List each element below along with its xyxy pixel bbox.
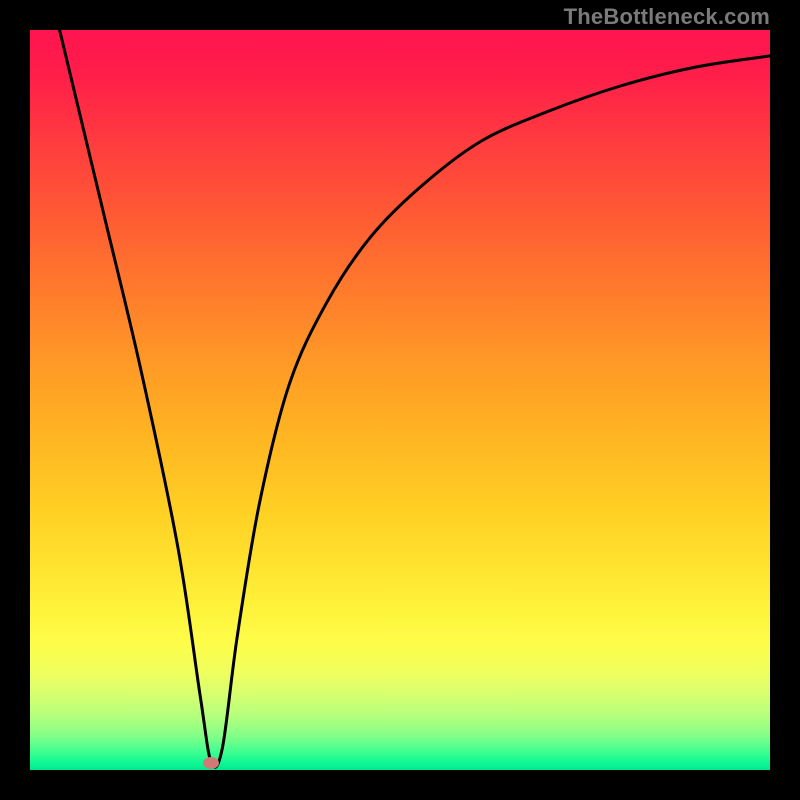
plot-area <box>30 30 770 770</box>
chart-frame: TheBottleneck.com <box>0 0 800 800</box>
watermark-label: TheBottleneck.com <box>564 4 770 30</box>
minimum-marker <box>203 757 219 769</box>
bottleneck-curve <box>60 30 770 767</box>
curve-layer <box>30 30 770 770</box>
